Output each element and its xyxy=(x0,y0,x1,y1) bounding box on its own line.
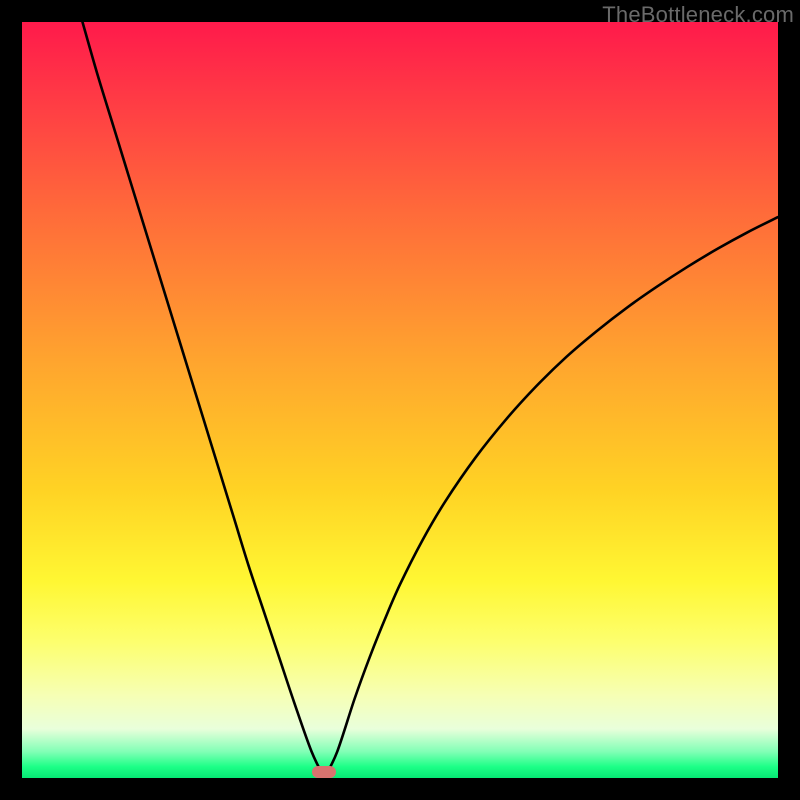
optimal-point-marker xyxy=(312,766,336,778)
gradient-background xyxy=(22,22,778,778)
watermark-text: TheBottleneck.com xyxy=(602,2,794,28)
chart-frame xyxy=(22,22,778,778)
bottleneck-curve-plot xyxy=(22,22,778,778)
